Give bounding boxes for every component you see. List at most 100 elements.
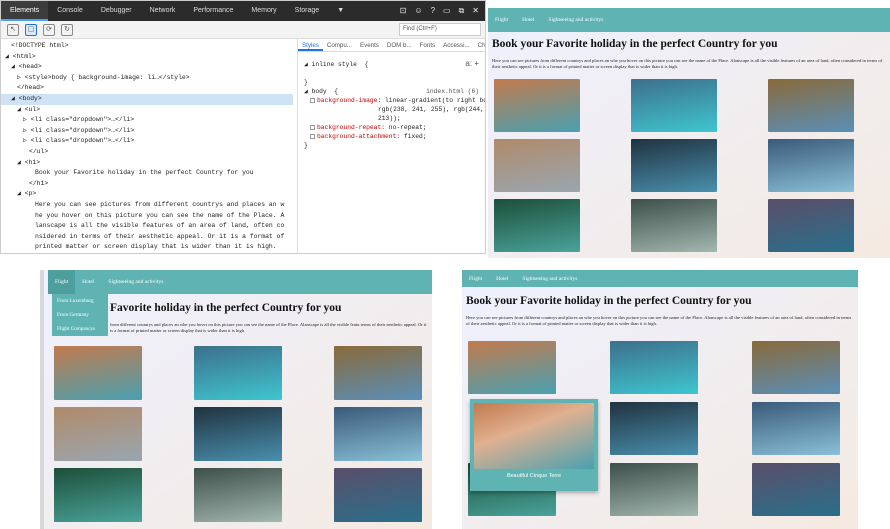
gallery-photo[interactable] xyxy=(610,341,698,394)
gallery-photo[interactable] xyxy=(768,199,854,252)
css-declaration[interactable]: background-image: linear-gradient(to rig… xyxy=(298,96,485,105)
dom-node[interactable]: ▷ <li class="dropdown">…</li> xyxy=(1,115,293,126)
gallery-photo[interactable] xyxy=(752,341,840,394)
page-title: Book your Favorite holiday in the perfec… xyxy=(492,38,778,50)
tab-network[interactable]: Network xyxy=(141,1,185,21)
dom-node[interactable]: </head> xyxy=(1,83,293,94)
source-link[interactable]: index.html (6) xyxy=(426,87,485,96)
tab-elements[interactable]: Elements xyxy=(1,1,49,21)
dom-node[interactable]: lanscape is all the visible features of … xyxy=(1,221,293,232)
dom-node[interactable]: ▷ <style>body { background-image: li…</s… xyxy=(1,73,293,84)
dom-node[interactable]: printed matter or screen display that is… xyxy=(1,242,293,253)
select-element-icon[interactable]: ↖ xyxy=(7,23,19,36)
nav-flight[interactable]: Flight xyxy=(462,276,489,282)
tab-debugger[interactable]: Debugger xyxy=(92,1,141,21)
gallery-photo[interactable] xyxy=(768,79,854,132)
hover-card[interactable]: Beautiful Cinque Terre xyxy=(470,399,598,491)
dom-tree[interactable]: <!DOCTYPE html> ◢ <html> ◢ <head> ▷ <style>… xyxy=(1,39,293,253)
css-declaration[interactable]: background-repeat: no-repeat; xyxy=(298,123,485,132)
dom-node[interactable]: Here you can see pictures from different… xyxy=(1,200,293,211)
dropdown-item[interactable]: Flight Compancys xyxy=(52,322,108,336)
tab-console[interactable]: Console xyxy=(48,1,92,21)
nav-sightseeing[interactable]: Sightseeing and activitys xyxy=(101,279,170,285)
tab-memory[interactable]: Memory xyxy=(242,1,285,21)
gallery-photo[interactable] xyxy=(494,199,580,252)
device-emulation-icon[interactable]: ▢ xyxy=(25,23,37,36)
css-declaration[interactable]: 213)); xyxy=(298,114,485,123)
help-icon[interactable]: ? xyxy=(431,6,435,16)
gallery-photo[interactable] xyxy=(494,79,580,132)
styles-subtab[interactable]: DOM b... xyxy=(383,39,416,51)
gallery-photo[interactable] xyxy=(631,139,717,192)
add-rule-button[interactable]: + xyxy=(474,59,479,68)
declaration-checkbox[interactable] xyxy=(310,124,315,130)
css-value: rgb(238, 241, 255), rgb(244, 234, xyxy=(378,106,484,113)
gallery-photo[interactable] xyxy=(752,402,840,455)
dom-node[interactable]: ▷ <li class="dropdown">…</li> xyxy=(1,126,293,137)
gallery-photo[interactable] xyxy=(54,346,142,400)
scrollbar[interactable] xyxy=(40,270,44,529)
console-toggle-icon[interactable]: ⊡ xyxy=(400,6,407,16)
undock-icon[interactable]: ⧉ xyxy=(459,6,465,16)
nav-sightseeing[interactable]: Sightseeing and activitys xyxy=(515,276,584,282)
gallery-photo[interactable] xyxy=(54,407,142,461)
css-declaration[interactable]: background-attachment: fixed; xyxy=(298,132,485,141)
dom-node[interactable]: ▷ <li class="dropdown">…</li> xyxy=(1,136,293,147)
gallery-photo[interactable] xyxy=(334,346,422,400)
dom-node[interactable]: ◢ <ul> xyxy=(1,105,293,116)
find-input[interactable]: Find (Ctrl+F) xyxy=(399,23,481,36)
nav-flight[interactable]: Flight xyxy=(48,270,76,294)
nav-sightseeing[interactable]: Sightseeing and activitys xyxy=(541,17,610,23)
hover-state-button[interactable]: a: xyxy=(465,59,472,68)
tab-storage[interactable]: Storage xyxy=(286,1,329,21)
styles-subtab[interactable]: Events xyxy=(356,39,383,51)
dom-node[interactable]: ◢ <body> xyxy=(1,93,293,105)
dom-node[interactable]: </ul> xyxy=(1,147,293,158)
css-declaration[interactable]: rgb(238, 241, 255), rgb(244, 234, xyxy=(298,105,485,114)
styles-subtab[interactable]: Fonts xyxy=(416,39,439,51)
dom-node[interactable]: ◢ <head> xyxy=(1,62,293,73)
gallery-photo[interactable] xyxy=(631,199,717,252)
tab-performance[interactable]: Performance xyxy=(184,1,242,21)
dock-icon[interactable]: ▭ xyxy=(443,6,451,16)
dom-node[interactable]: ◢ <p> xyxy=(1,189,293,200)
dom-node[interactable]: Book your Favorite holiday in the perfec… xyxy=(1,168,293,179)
refresh-icon[interactable]: ⟳ xyxy=(43,23,55,36)
dom-node[interactable]: </h1> xyxy=(1,179,293,190)
gallery-photo[interactable] xyxy=(610,402,698,455)
dropdown-item[interactable]: From Luxemburg xyxy=(52,294,108,308)
styles-subtab[interactable]: Accessi... xyxy=(439,39,473,51)
declaration-checkbox[interactable] xyxy=(310,133,315,139)
dom-node[interactable]: ◢ <html> xyxy=(1,52,293,63)
dom-node[interactable]: he you hover on this picture you can see… xyxy=(1,211,293,222)
gallery-photo[interactable] xyxy=(334,407,422,461)
gallery-photo[interactable] xyxy=(194,468,282,522)
gallery-photo[interactable] xyxy=(194,346,282,400)
nav-hotel[interactable]: Hotel xyxy=(489,276,515,282)
dom-node[interactable]: ◢ <h1> xyxy=(1,158,293,169)
styles-subtab[interactable]: Compu... xyxy=(323,39,356,51)
styles-subtab[interactable]: Styles xyxy=(298,39,323,51)
history-icon[interactable]: ↻ xyxy=(61,23,73,36)
dom-node[interactable]: nsidered in terms of their aesthetic app… xyxy=(1,232,293,243)
nav-hotel[interactable]: Hotel xyxy=(515,17,541,23)
dom-node[interactable]: </p> xyxy=(1,253,293,254)
more-tabs-icon[interactable]: ▼ xyxy=(328,1,353,21)
gallery-photo[interactable] xyxy=(768,139,854,192)
dom-node[interactable]: <!DOCTYPE html> xyxy=(1,41,293,52)
gallery-photo[interactable] xyxy=(631,79,717,132)
gallery-photo[interactable] xyxy=(334,468,422,522)
nav-flight[interactable]: Flight xyxy=(488,17,515,23)
gallery-photo[interactable] xyxy=(610,463,698,516)
close-icon[interactable]: ✕ xyxy=(472,6,479,16)
nav-hotel[interactable]: Hotel xyxy=(75,279,101,285)
gallery-photo[interactable] xyxy=(468,341,556,394)
feedback-icon[interactable]: ☺ xyxy=(414,6,422,16)
gallery-photo[interactable] xyxy=(752,463,840,516)
declaration-checkbox[interactable] xyxy=(310,97,315,103)
dropdown-item[interactable]: From Germany xyxy=(52,308,108,322)
styles-subtab[interactable]: Changes xyxy=(474,39,485,51)
gallery-photo[interactable] xyxy=(194,407,282,461)
gallery-photo[interactable] xyxy=(54,468,142,522)
gallery-photo[interactable] xyxy=(494,139,580,192)
